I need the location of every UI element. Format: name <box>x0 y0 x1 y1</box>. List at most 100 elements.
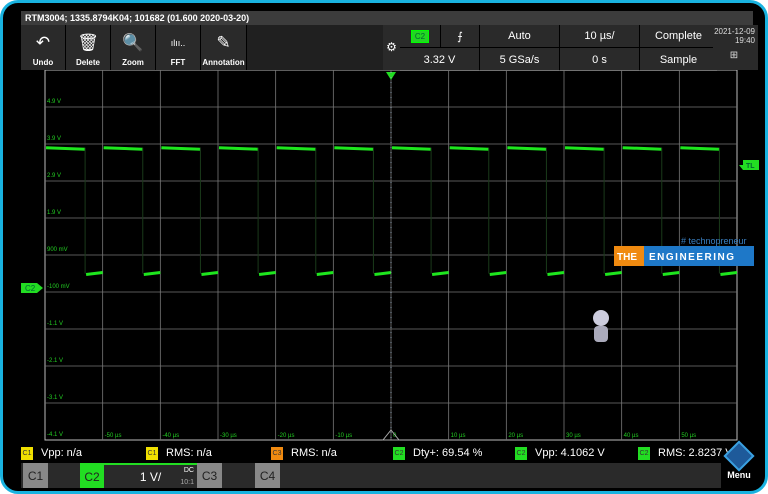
date: 2021-12-09 <box>714 27 755 36</box>
waveform-high-segment <box>161 146 201 151</box>
y-tick-label: -4.1 V <box>47 432 63 438</box>
measurement-0[interactable]: C1 Vpp: n/a <box>21 446 82 460</box>
y-tick-label: -100 mV <box>47 284 70 290</box>
waveform-low-segment <box>201 271 219 276</box>
waveform-high-segment <box>680 146 720 151</box>
waveform-low-segment <box>143 271 161 276</box>
annotation-button[interactable]: ✎ Annotation <box>201 25 247 70</box>
fft-icon: ılıı.. <box>170 38 186 48</box>
x-tick-label: -20 µs <box>278 433 295 439</box>
waveform-low-segment <box>604 271 622 276</box>
x-tick-label: 10 µs <box>451 433 466 439</box>
timebase[interactable]: 10 µs/ <box>560 25 639 47</box>
trigger-source[interactable]: C2 <box>400 25 440 47</box>
waveform-low-segment <box>547 271 565 276</box>
network-icon: ⊞ <box>729 50 739 61</box>
sample-rate[interactable]: 5 GSa/s <box>480 48 559 71</box>
channel-c1-button[interactable]: C1 <box>23 463 48 488</box>
c2-offset-marker[interactable]: C2 <box>21 283 43 293</box>
measurement-4[interactable]: C2 Vpp: 4.1062 V <box>515 446 605 460</box>
date-time: 2021-12-09 19:40 ⊞ <box>713 25 758 70</box>
channel-c4-button[interactable]: C4 <box>255 463 280 488</box>
x-axis-labels: -50 µs -40 µs -30 µs -20 µs -10 µs 0 10 µs 20 µ… <box>105 433 696 439</box>
svg-text:C2: C2 <box>25 284 36 293</box>
waveform-low-segment <box>85 271 103 276</box>
measurement-bar: C1 Vpp: n/a C1 RMS: n/a C3 RMS: n/a C2 Dty+: 69… <box>21 443 753 463</box>
waveform-high-segment <box>334 146 374 151</box>
waveform-high-segment <box>622 146 662 151</box>
settings-gear-icon[interactable]: ⚙ <box>383 25 400 70</box>
svg-text:# technopreneur: # technopreneur <box>681 236 747 246</box>
horizontal-position[interactable]: 0 s <box>560 48 639 71</box>
x-tick-label: 50 µs <box>681 433 696 439</box>
channel-badge: C2 <box>515 446 527 460</box>
trigger-mode[interactable]: Auto <box>480 25 559 47</box>
undo-button[interactable]: ↶ Undo <box>21 25 66 70</box>
pencil-icon: ✎ <box>216 33 231 52</box>
rs-logo-icon <box>723 440 755 472</box>
zoom-button[interactable]: 🔍 Zoom <box>111 25 156 70</box>
y-tick-label: -2.1 V <box>47 358 63 364</box>
waveform-high-segment <box>218 146 259 151</box>
acquisition-mode[interactable]: Sample <box>640 48 717 71</box>
svg-text:ENGINEERING: ENGINEERING <box>649 252 736 263</box>
trash-icon: 🗑 <box>77 33 99 52</box>
measurement-value: Vpp: 4.1062 V <box>535 447 605 459</box>
measurement-3[interactable]: C2 Dty+: 69.54 % <box>393 446 483 460</box>
y-tick-label: 900 mV <box>47 247 68 253</box>
y-tick-label: -1.1 V <box>47 321 63 327</box>
y-tick-label: 2.9 V <box>47 173 61 179</box>
c2-scale[interactable]: 1 V/ DC 10:1 <box>104 463 197 488</box>
waveform-low-segment <box>258 271 276 276</box>
acquisition-status[interactable]: Complete <box>640 25 717 47</box>
waveform-high-segment <box>45 146 86 151</box>
x-tick-label: 30 µs <box>566 433 581 439</box>
measurement-2[interactable]: C3 RMS: n/a <box>271 446 337 460</box>
zoom-icon: 🔍 <box>122 33 144 52</box>
channel-c3-button[interactable]: C3 <box>197 463 222 488</box>
waveform-high-segment <box>391 146 432 151</box>
channel-badge: C1 <box>146 446 158 460</box>
y-tick-label: 1.9 V <box>47 210 61 216</box>
svg-text:THE: THE <box>617 252 637 263</box>
trigger-slope-icon[interactable]: ⨍ <box>441 25 479 47</box>
waveform-display[interactable]: 4.9 V 3.9 V 2.9 V 1.9 V 900 mV -100 mV -1.1 V -… <box>3 70 768 443</box>
x-tick-label: 20 µs <box>508 433 523 439</box>
channel-badge: C2 <box>393 446 405 460</box>
delete-button[interactable]: 🗑 Delete <box>66 25 111 70</box>
waveform-low-segment <box>374 271 392 276</box>
trigger-level-marker[interactable]: TL <box>739 160 759 170</box>
measurement-value: Vpp: n/a <box>41 447 82 459</box>
measurement-1[interactable]: C1 RMS: n/a <box>146 446 212 460</box>
toolbar: ↶ Undo 🗑 Delete 🔍 Zoom ılıı.. FFT ✎ Annotatio… <box>21 25 383 70</box>
trigger-level[interactable]: 3.32 V <box>400 48 479 71</box>
svg-text:TL: TL <box>746 163 755 170</box>
measurement-value: Dty+: 69.54 % <box>413 447 483 459</box>
waveform-low-segment <box>431 271 449 276</box>
waveform-low-segment <box>662 271 680 276</box>
waveform-high-segment <box>103 146 143 151</box>
y-tick-label: 4.9 V <box>47 99 61 105</box>
channel-c2-button[interactable]: C2 <box>80 463 104 488</box>
undo-icon: ↶ <box>35 33 51 52</box>
measurement-value: RMS: n/a <box>291 447 337 459</box>
channel-badge: C2 <box>638 446 650 460</box>
x-tick-label: -10 µs <box>335 433 352 439</box>
waveform-low-segment <box>720 271 738 276</box>
waveform-low-segment <box>489 271 507 276</box>
x-tick-label: -50 µs <box>105 433 122 439</box>
waveform-high-segment <box>564 146 605 151</box>
title-bar: RTM3004; 1335.8794K04; 101682 (01.600 20… <box>21 11 753 25</box>
fft-button[interactable]: ılıı.. FFT <box>156 25 201 70</box>
waveform-high-segment <box>276 146 316 151</box>
x-tick-label: -40 µs <box>162 433 179 439</box>
channel-bar: C1 C2 1 V/ DC 10:1 C3 C4 <box>21 463 721 488</box>
x-tick-label: 40 µs <box>624 433 639 439</box>
waveform-high-segment <box>449 146 489 151</box>
acquisition-info: C2 ⨍ Auto 10 µs/ Complete 3.32 V 5 GSa/s… <box>400 25 717 71</box>
menu-button[interactable]: Menu <box>719 440 759 489</box>
waveform-high-segment <box>507 146 547 151</box>
channel-badge: C3 <box>271 446 283 460</box>
y-tick-label: 3.9 V <box>47 136 61 142</box>
time: 19:40 <box>734 36 755 45</box>
